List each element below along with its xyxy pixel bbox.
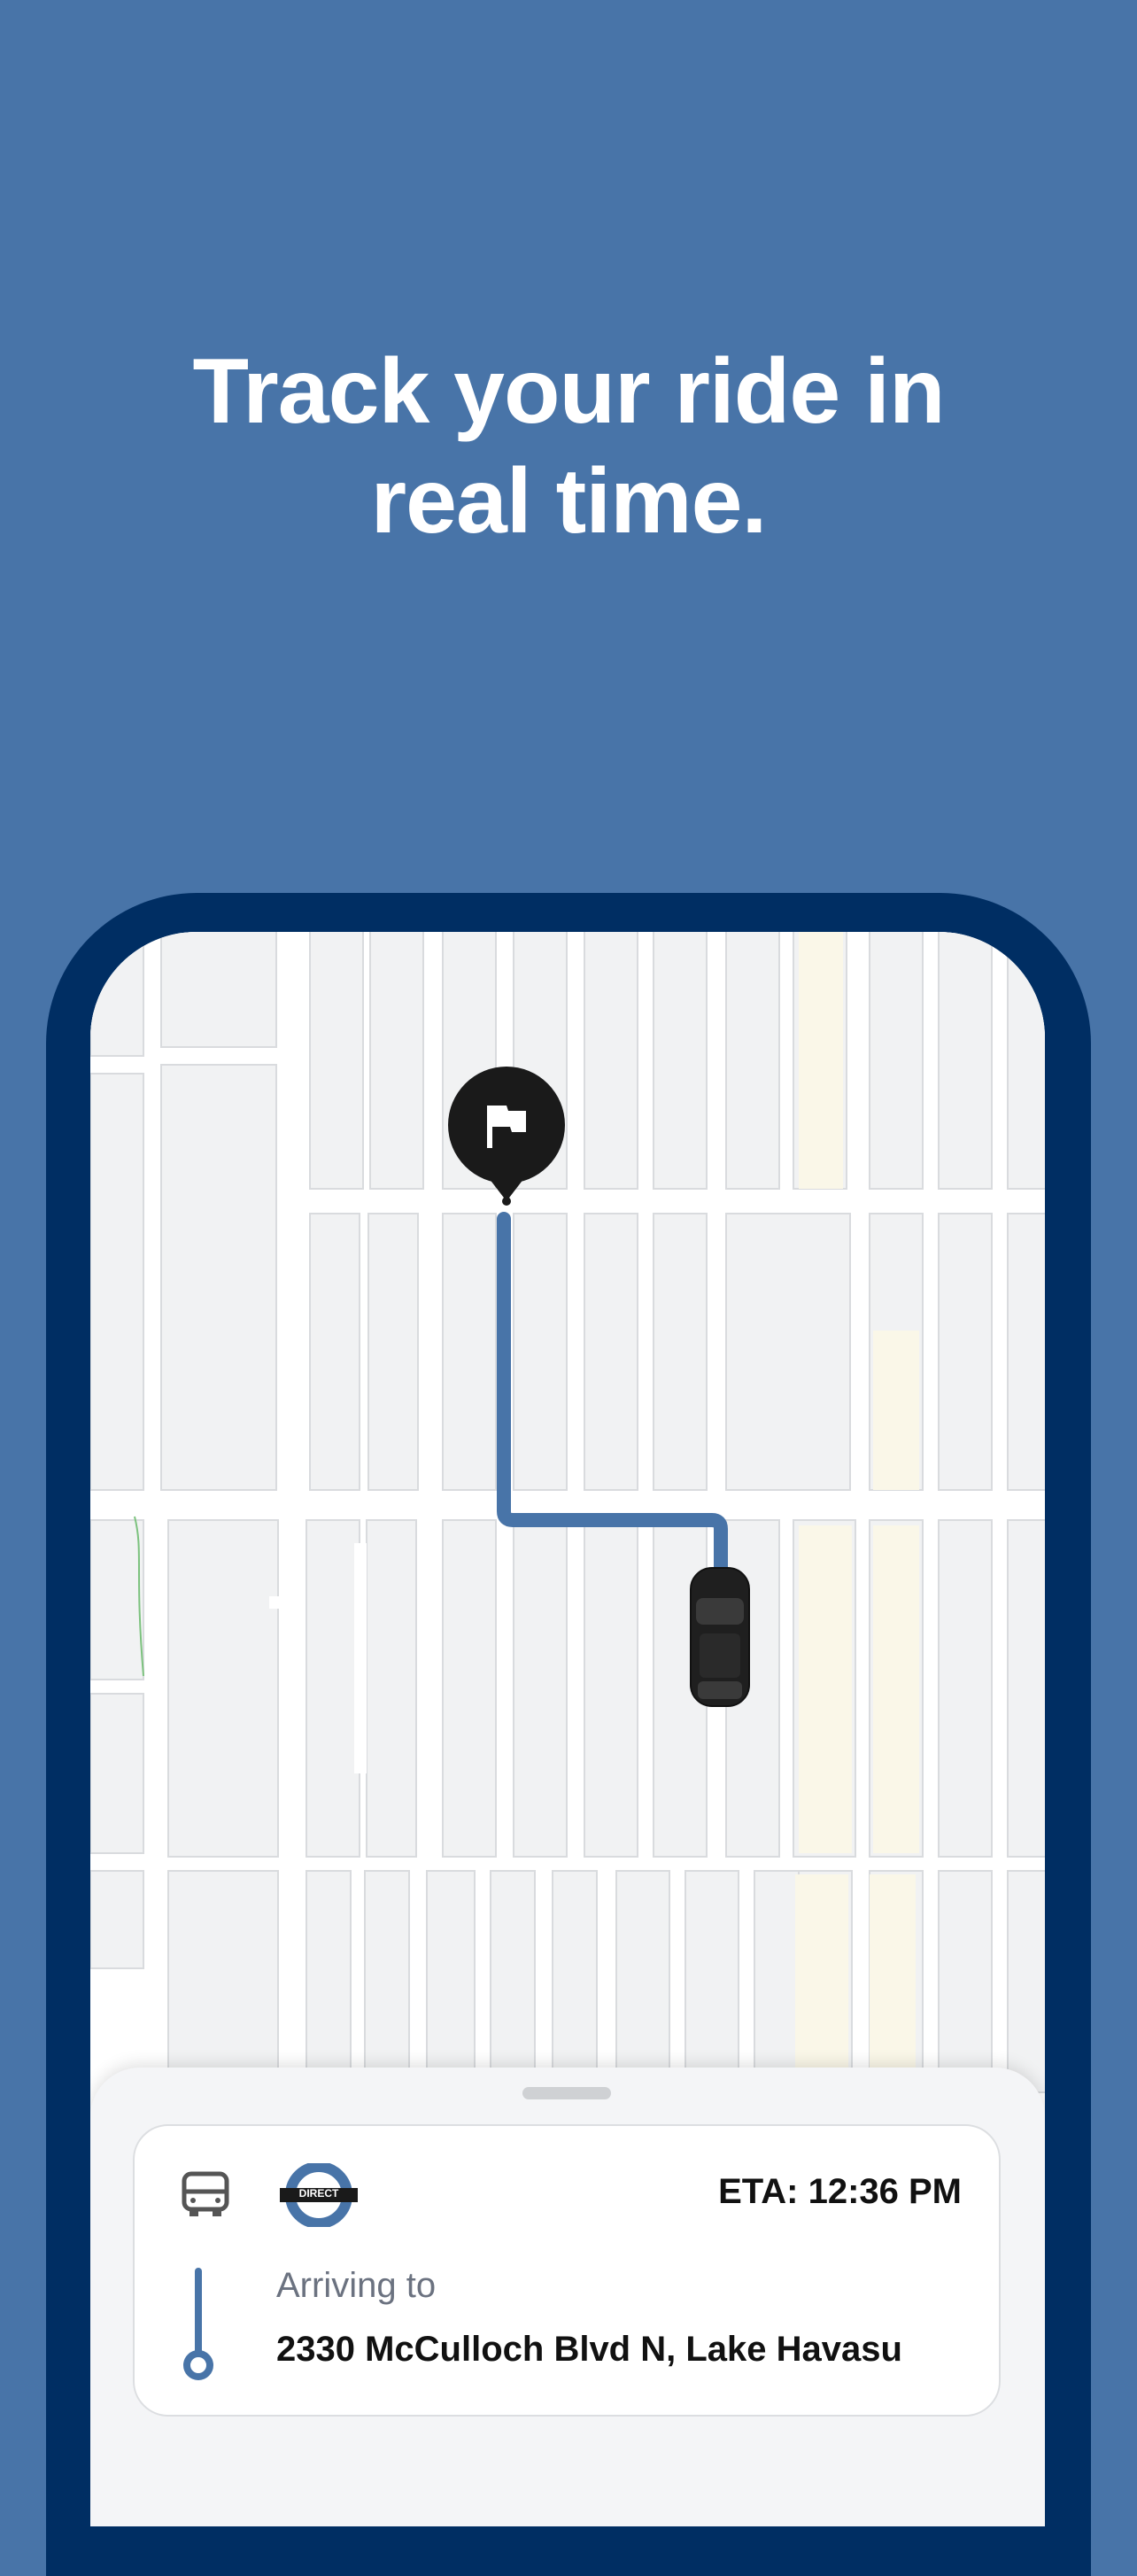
arriving-label: Arriving to bbox=[276, 2266, 437, 2305]
eta-text: ETA: 12:36 PM bbox=[718, 2172, 962, 2211]
headline: Track your ride in real time. bbox=[0, 337, 1137, 556]
sheet-grabber[interactable] bbox=[522, 2087, 611, 2099]
service-logo: DIRECT bbox=[276, 2161, 361, 2229]
van-icon bbox=[182, 2171, 229, 2216]
destination-address: 2330 McCulloch Blvd N, Lake Havasu bbox=[276, 2330, 902, 2369]
phone-screen: DIRECT ETA: 12:36 PM Arriving to 2330 Mc… bbox=[90, 932, 1045, 2526]
car-icon[interactable] bbox=[690, 1567, 750, 1707]
route-line-icon bbox=[183, 2268, 213, 2380]
service-logo-text: DIRECT bbox=[298, 2187, 339, 2200]
trip-card[interactable]: DIRECT ETA: 12:36 PM Arriving to 2330 Mc… bbox=[133, 2124, 1001, 2417]
trip-bottom-sheet[interactable]: DIRECT ETA: 12:36 PM Arriving to 2330 Mc… bbox=[90, 2068, 1045, 2526]
headline-line-2: real time. bbox=[370, 450, 768, 553]
headline-line-1: Track your ride in bbox=[192, 340, 946, 443]
